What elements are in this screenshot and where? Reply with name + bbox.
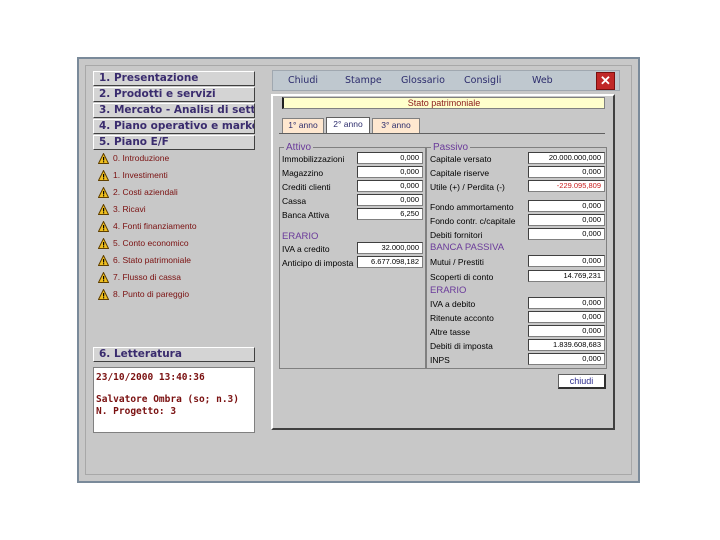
field-inps[interactable]: 0,000 bbox=[528, 353, 605, 365]
session-info: 23/10/2000 13:40:36 Salvatore Ombra (so;… bbox=[93, 367, 255, 433]
sidebar-item-label: 2. Costi aziendali bbox=[113, 187, 178, 197]
sidebar-item-label: 6. Stato patrimoniale bbox=[113, 255, 191, 265]
field-banca-attiva[interactable]: 6,250 bbox=[357, 208, 423, 220]
field-magazzino[interactable]: 0,000 bbox=[357, 166, 423, 178]
field-debiti-fornitori[interactable]: 0,000 bbox=[528, 228, 605, 240]
tab-anno-3[interactable]: 3° anno bbox=[372, 118, 420, 133]
label-scoperti-conto: Scoperti di conto bbox=[430, 272, 494, 282]
sidebar-item-flusso-cassa[interactable]: 7. Flusso di cassa bbox=[98, 270, 181, 284]
sidebar-item-stato-patrimoniale[interactable]: 6. Stato patrimoniale bbox=[98, 253, 191, 267]
warning-icon bbox=[98, 237, 109, 249]
section-prodotti[interactable]: 2. Prodotti e servizi bbox=[93, 87, 255, 102]
attivo-title: Attivo bbox=[284, 142, 314, 153]
section-letteratura[interactable]: 6. Letteratura bbox=[93, 347, 255, 362]
session-project: N. Progetto: 3 bbox=[96, 406, 177, 417]
label-magazzino: Magazzino bbox=[282, 168, 324, 178]
warning-icon bbox=[98, 169, 109, 181]
sidebar-item-label: 8. Punto di pareggio bbox=[113, 289, 190, 299]
banca-passiva-title: BANCA PASSIVA bbox=[430, 242, 505, 253]
field-debiti-imposta[interactable]: 1.839.608,683 bbox=[528, 339, 605, 351]
close-x-icon[interactable]: ✕ bbox=[596, 72, 615, 90]
label-banca-attiva: Banca Attiva bbox=[282, 210, 330, 220]
sidebar: 1. Presentazione 2. Prodotti e servizi 3… bbox=[93, 71, 255, 433]
tab-anno-1[interactable]: 1° anno bbox=[282, 118, 324, 133]
label-immobilizzazioni: Immobilizzazioni bbox=[282, 154, 345, 164]
field-altre-tasse[interactable]: 0,000 bbox=[528, 325, 605, 337]
section-mercato[interactable]: 3. Mercato - Analisi di settore bbox=[93, 103, 255, 118]
field-iva-credito[interactable]: 32.000,000 bbox=[357, 242, 423, 254]
menu-bar: Chiudi Stampe Glossario Consigli Web ✕ bbox=[272, 70, 620, 91]
warning-icon bbox=[98, 271, 109, 283]
chiudi-button[interactable]: chiudi bbox=[558, 374, 606, 389]
label-debiti-fornitori: Debiti fornitori bbox=[430, 230, 483, 240]
sidebar-item-label: 5. Conto economico bbox=[113, 238, 189, 248]
passivo-erario-title: ERARIO bbox=[430, 285, 467, 296]
warning-icon bbox=[98, 186, 109, 198]
label-utile-perdita: Utile (+) / Perdita (-) bbox=[430, 182, 505, 192]
sidebar-item-label: 4. Fonti finanziamento bbox=[113, 221, 197, 231]
warning-icon bbox=[98, 152, 109, 164]
session-datetime: 23/10/2000 13:40:36 bbox=[96, 372, 205, 383]
menu-glossario[interactable]: Glossario bbox=[401, 75, 445, 86]
label-capitale-riserve: Capitale riserve bbox=[430, 168, 490, 178]
field-scoperti-conto[interactable]: 14.769,231 bbox=[528, 270, 605, 282]
field-fondo-contr[interactable]: 0,000 bbox=[528, 214, 605, 226]
warning-icon bbox=[98, 220, 109, 232]
sidebar-item-ricavi[interactable]: 3. Ricavi bbox=[98, 202, 146, 216]
section-presentazione[interactable]: 1. Presentazione bbox=[93, 71, 255, 86]
field-immobilizzazioni[interactable]: 0,000 bbox=[357, 152, 423, 164]
label-fondo-contr: Fondo contr. c/capitale bbox=[430, 216, 516, 226]
passivo-title: Passivo bbox=[431, 142, 471, 153]
label-anticipo-imposta: Anticipo di imposta bbox=[282, 258, 354, 268]
label-capitale-versato: Capitale versato bbox=[430, 154, 492, 164]
session-user: Salvatore Ombra (so; n.3) bbox=[96, 394, 239, 405]
field-capitale-riserve[interactable]: 0,000 bbox=[528, 166, 605, 178]
attivo-erario-title: ERARIO bbox=[282, 231, 319, 242]
sidebar-item-costi[interactable]: 2. Costi aziendali bbox=[98, 185, 178, 199]
warning-icon bbox=[98, 203, 109, 215]
field-crediti-clienti[interactable]: 0,000 bbox=[357, 180, 423, 192]
label-fondo-ammortamento: Fondo ammortamento bbox=[430, 202, 514, 212]
label-debiti-imposta: Debiti di imposta bbox=[430, 341, 493, 351]
menu-chiudi[interactable]: Chiudi bbox=[288, 75, 318, 86]
sidebar-item-introduzione[interactable]: 0. Introduzione bbox=[98, 151, 169, 165]
sidebar-item-fonti[interactable]: 4. Fonti finanziamento bbox=[98, 219, 197, 233]
section-piano-operativo[interactable]: 4. Piano operativo e marketing bbox=[93, 119, 255, 134]
field-capitale-versato[interactable]: 20.000.000,000 bbox=[528, 152, 605, 164]
field-anticipo-imposta[interactable]: 6.677.098,182 bbox=[357, 256, 423, 268]
field-ritenute-acconto[interactable]: 0,000 bbox=[528, 311, 605, 323]
field-cassa[interactable]: 0,000 bbox=[357, 194, 423, 206]
sidebar-item-punto-pareggio[interactable]: 8. Punto di pareggio bbox=[98, 287, 189, 301]
panel-title: Stato patrimoniale bbox=[282, 97, 605, 109]
label-cassa: Cassa bbox=[282, 196, 307, 206]
label-iva-debito: IVA a debito bbox=[430, 299, 476, 309]
field-utile-perdita[interactable]: -229.095,809 bbox=[528, 180, 605, 192]
sidebar-item-conto-economico[interactable]: 5. Conto economico bbox=[98, 236, 189, 250]
warning-icon bbox=[98, 288, 109, 300]
sidebar-item-label: 3. Ricavi bbox=[113, 204, 146, 214]
sidebar-item-investimenti[interactable]: 1. Investimenti bbox=[98, 168, 168, 182]
sidebar-item-label: 0. Introduzione bbox=[113, 153, 170, 163]
section-piano-ef[interactable]: 5. Piano E/F bbox=[93, 135, 255, 150]
label-ritenute-acconto: Ritenute acconto bbox=[430, 313, 494, 323]
menu-consigli[interactable]: Consigli bbox=[464, 75, 501, 86]
tab-anno-2[interactable]: 2° anno bbox=[326, 117, 370, 134]
label-iva-credito: IVA a credito bbox=[282, 244, 330, 254]
label-crediti-clienti: Crediti clienti bbox=[282, 182, 331, 192]
tab-divider bbox=[279, 133, 605, 134]
menu-stampe[interactable]: Stampe bbox=[345, 75, 382, 86]
label-inps: INPS bbox=[430, 355, 450, 365]
field-fondo-ammortamento[interactable]: 0,000 bbox=[528, 200, 605, 212]
field-iva-debito[interactable]: 0,000 bbox=[528, 297, 605, 309]
field-mutui-prestiti[interactable]: 0,000 bbox=[528, 255, 605, 267]
warning-icon bbox=[98, 254, 109, 266]
sidebar-item-label: 1. Investimenti bbox=[113, 170, 168, 180]
label-altre-tasse: Altre tasse bbox=[430, 327, 471, 337]
menu-web[interactable]: Web bbox=[532, 75, 553, 86]
label-mutui-prestiti: Mutui / Prestiti bbox=[430, 257, 484, 267]
sidebar-item-label: 7. Flusso di cassa bbox=[113, 272, 182, 282]
